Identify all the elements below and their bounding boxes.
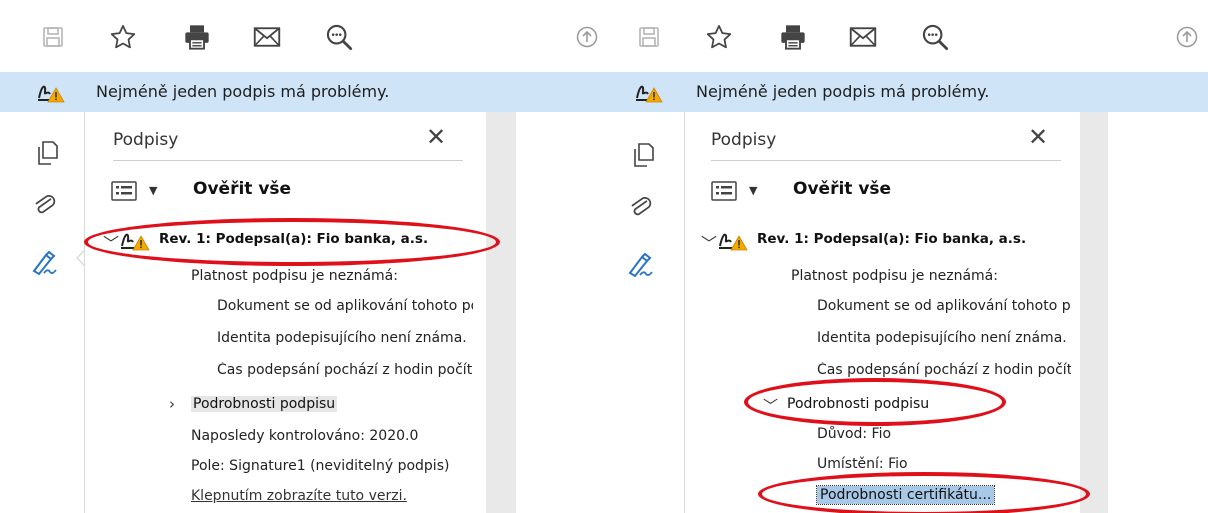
star-icon[interactable] [702,20,736,54]
panel-divider [711,160,1061,161]
validity-detail-item[interactable]: Identita podepisujícího není známa. [217,330,473,346]
signature-pen-icon[interactable] [624,248,658,282]
field-item[interactable]: Pole: Signature1 (neviditelný podpis) [191,458,473,474]
chevron-down-icon[interactable]: ▼ [749,184,757,197]
verify-all-button[interactable]: Ověřit vše [793,179,891,199]
signature-warning-icon [121,233,150,251]
mail-icon[interactable] [250,20,284,54]
pages-icon[interactable] [30,136,64,170]
validity-detail-item[interactable]: Dokument se od aplikování tohoto podpisu… [817,298,1071,314]
left-navigation-rail [0,112,86,513]
chevron-down-icon[interactable]: ▼ [149,184,157,197]
signature-details-label[interactable]: Podrobnosti podpisu [191,396,338,412]
signatures-panel: Podpisy ✕ ▼ Ověřit vše ﹀ Rev. 1: Podepsa… [684,112,1081,513]
last-checked-item[interactable]: Naposledy kontrolováno: 2020.0 [191,428,473,444]
validity-status[interactable]: Platnost podpisu je neznámá: [791,268,1071,284]
validity-detail-item[interactable]: Identita podepisujícího není známa. [817,330,1071,346]
upload-icon[interactable] [570,20,604,54]
upload-icon[interactable] [1170,20,1204,54]
warning-banner: Nejméně jeden podpis má problémy. [604,72,1208,112]
revision-row[interactable]: ﹀ Rev. 1: Podepsal(a): Fio banka, a.s. [103,228,503,254]
certificate-details-item[interactable]: Podrobnosti certifikátu... [815,485,996,505]
view-version-link[interactable]: Klepnutím zobrazíte tuto verzi. [191,488,473,504]
mail-icon[interactable] [846,20,880,54]
star-icon[interactable] [106,20,140,54]
signature-details-label[interactable]: Podrobnosti podpisu [785,396,931,412]
left-navigation-rail [604,112,684,513]
right-screenshot-pane: Nejméně jeden podpis má problémy. Podpis… [604,0,1208,513]
signature-warning-icon [636,85,663,103]
revision-row[interactable]: ﹀ Rev. 1: Podepsal(a): Fio banka, a.s. [701,228,1101,254]
options-list-icon[interactable] [711,181,737,201]
validity-detail-item[interactable]: Čas podepsání pochází z hodin počítače p… [817,362,1071,378]
save-icon[interactable] [632,20,666,54]
validity-detail-item[interactable]: Dokument se od aplikování tohoto podpisu… [217,298,473,314]
signatures-panel: Podpisy ✕ ▼ Ověřit vše ﹀ Rev. 1: Podepsa… [84,112,485,513]
signature-pen-icon[interactable] [28,246,62,280]
signature-details-row[interactable]: ﹀ Podrobnosti podpisu [763,392,1073,418]
signature-warning-icon [38,85,65,103]
panel-title: Podpisy [711,130,777,150]
attachment-icon[interactable] [624,190,658,224]
location-item[interactable]: Umístění: Fio [817,456,1073,472]
verify-all-button[interactable]: Ověřit vše [193,179,291,199]
toolbar [0,0,604,72]
close-panel-button[interactable]: ✕ [423,124,449,150]
banner-message: Nejméně jeden podpis má problémy. [696,82,990,101]
panel-scrollbar[interactable] [486,112,516,513]
panel-scrollbar[interactable] [1080,112,1108,513]
print-icon[interactable] [180,20,214,54]
validity-status[interactable]: Platnost podpisu je neznámá: [191,268,473,284]
chevron-down-icon[interactable]: ﹀ [701,230,717,254]
left-screenshot-pane: Nejméně jeden podpis má problémy. Podpis… [0,0,604,513]
save-icon[interactable] [36,20,70,54]
panel-title: Podpisy [113,130,179,150]
signature-warning-icon [719,233,748,251]
chevron-down-icon[interactable]: ﹀ [763,395,778,416]
panel-divider [113,160,463,161]
options-list-icon[interactable] [111,181,137,201]
chevron-right-icon[interactable]: › [169,395,175,413]
banner-message: Nejméně jeden podpis má problémy. [96,82,390,101]
warning-banner: Nejméně jeden podpis má problémy. [0,72,604,112]
close-panel-button[interactable]: ✕ [1025,124,1051,150]
signature-details-row[interactable]: › Podrobnosti podpisu [169,392,479,418]
attachment-icon[interactable] [28,188,62,222]
revision-label[interactable]: Rev. 1: Podepsal(a): Fio banka, a.s. [757,231,1069,247]
revision-label[interactable]: Rev. 1: Podepsal(a): Fio banka, a.s. [159,231,489,247]
reason-item[interactable]: Důvod: Fio [817,426,1073,442]
toolbar [604,0,1208,72]
print-icon[interactable] [776,20,810,54]
search-zoom-icon[interactable] [918,20,952,54]
chevron-down-icon[interactable]: ﹀ [103,230,119,254]
validity-detail-item[interactable]: Čas podepsání pochází z hodin počítače p… [217,362,473,378]
search-zoom-icon[interactable] [322,20,356,54]
pages-icon[interactable] [626,138,660,172]
